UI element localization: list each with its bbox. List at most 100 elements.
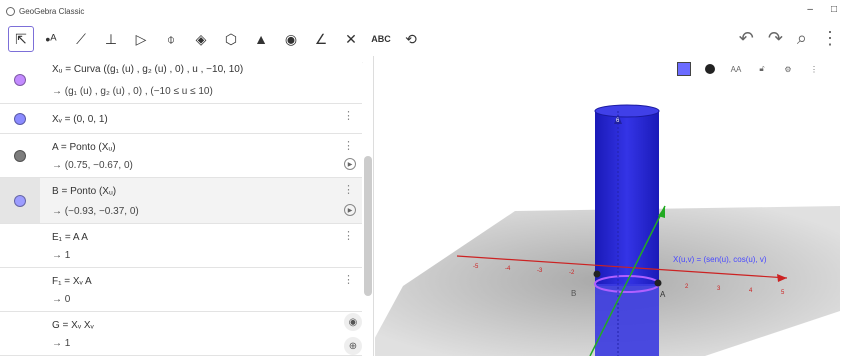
tool-angle-icon[interactable]: ∠ — [308, 26, 334, 52]
visibility-toggle[interactable] — [0, 104, 40, 133]
play-animation-icon[interactable]: ▶ — [344, 158, 356, 170]
tool-rotate-view-glyph: ⟲ — [405, 30, 417, 47]
algebra-view: ≡/ Xᵤ = Curva ((g₁ (u) , g₂ (u) , 0) , u… — [0, 56, 374, 356]
row-menu-button[interactable]: ⋮ — [343, 229, 354, 242]
algebra-row[interactable]: G = Xᵥ Xᵥ → 1 — [0, 312, 362, 356]
x-tick-label: -2 — [569, 270, 575, 276]
visibility-toggle[interactable] — [0, 56, 40, 103]
tool-polygon-icon[interactable]: ▷ — [128, 26, 154, 52]
visibility-toggle[interactable] — [0, 268, 40, 311]
algebra-value: → 1 — [52, 338, 71, 349]
redo-button[interactable]: ↷ — [768, 28, 783, 49]
row-menu-button[interactable]: ⋮ — [343, 183, 354, 196]
tool-intersect-surfaces-icon[interactable]: ◈ — [188, 26, 214, 52]
stylebar-menu-button[interactable]: ⋮ — [805, 60, 823, 78]
tool-angle-glyph: ∠ — [314, 30, 328, 47]
cylinder-lower — [595, 284, 659, 356]
play-animation-icon[interactable]: ▶ — [344, 204, 356, 216]
algebra-definition[interactable]: Xᵥ = (0, 0, 1) — [52, 114, 108, 125]
tool-move-icon[interactable]: ⇱ — [8, 26, 34, 52]
graphics-style-bar: AA 🔓︎ ⚙ ⋮ — [675, 60, 823, 78]
tool-circle-glyph: ⌽ — [166, 30, 176, 47]
point-a-marker[interactable] — [654, 279, 662, 287]
row-menu-button[interactable]: ⋮ — [343, 273, 354, 286]
algebra-definition[interactable]: A = Ponto (Xᵤ) — [52, 142, 116, 153]
algebra-value: → (g₁ (u) , g₂ (u) , 0) , (−10 ≤ u ≤ 10) — [52, 86, 213, 97]
geogebra-logo-icon — [6, 6, 15, 16]
visibility-dot-icon[interactable] — [14, 149, 26, 162]
tool-sphere-icon[interactable]: ◉ — [278, 26, 304, 52]
visibility-dot-icon[interactable] — [14, 112, 26, 125]
toolbar-right: ↶ ↷ ⌕ ⋮ — [739, 28, 839, 49]
label-style-button[interactable]: AA — [727, 60, 745, 78]
algebra-scrollbar[interactable] — [364, 156, 372, 296]
algebra-definition[interactable]: E₁ = A A — [52, 232, 88, 243]
toolbar: ⇱ •ᴬ ⟋ ⊥ ▷ ⌽ ◈ ⬡ ▲ ◉ ∠ ✕ ABC ⟲ — [0, 22, 845, 56]
visibility-toggle[interactable] — [0, 312, 40, 355]
tool-plane-glyph: ⬡ — [224, 30, 238, 47]
visibility-dot-icon[interactable] — [14, 194, 26, 207]
tool-line-glyph: ⟋ — [76, 30, 86, 47]
maximize-button[interactable]: □ — [831, 4, 837, 15]
tool-rotate-view-icon[interactable]: ⟲ — [398, 26, 424, 52]
algebra-row[interactable]: B = Ponto (Xᵤ) → (−0.93, −0.37, 0) ⋮ ▶ — [0, 178, 362, 224]
tool-pyramid-icon[interactable]: ▲ — [248, 26, 274, 52]
zoom-icon[interactable]: ⊕ — [344, 337, 362, 355]
cylinder-top — [594, 104, 660, 118]
tool-pyramid-glyph: ▲ — [254, 31, 268, 47]
visibility-dot-icon[interactable] — [14, 73, 26, 86]
x-tick-label: -4 — [505, 266, 511, 272]
tool-move-glyph: ⇱ — [15, 30, 27, 47]
search-icon[interactable]: ⌕ — [797, 28, 807, 49]
title-bar: GeoGebra Classic – □ — [0, 0, 845, 22]
algebra-row[interactable]: E₁ = A A → 1 ⋮ — [0, 224, 362, 268]
tool-reflect-icon[interactable]: ✕ — [338, 26, 364, 52]
tool-polygon-glyph: ▷ — [135, 30, 147, 47]
algebra-value: → 0 — [52, 294, 71, 305]
surface-label: X(u,v) = (sen(u), cos(u), v) — [673, 255, 767, 264]
algebra-value: → 1 — [52, 250, 71, 261]
tool-point-icon[interactable]: •ᴬ — [38, 26, 64, 52]
visibility-toggle[interactable] — [0, 134, 40, 177]
algebra-row[interactable]: Xᵥ = (0, 0, 1) ⋮ — [0, 104, 362, 134]
algebra-value: → (−0.93, −0.37, 0) — [52, 206, 139, 217]
tool-intersect-surfaces-glyph: ◈ — [195, 30, 207, 47]
point-b-marker[interactable] — [593, 270, 601, 278]
visibility-toggle[interactable] — [0, 178, 40, 223]
tool-text-icon[interactable]: ABC — [368, 26, 394, 52]
x-tick-label: -5 — [473, 264, 479, 270]
algebra-definition[interactable]: F₁ = Xᵥ A — [52, 276, 92, 287]
tool-sphere-glyph: ◉ — [284, 30, 298, 47]
x-tick-label: -3 — [537, 268, 543, 274]
point-b-label: B — [571, 289, 576, 298]
tool-point-glyph: •ᴬ — [45, 31, 57, 47]
algebra-row[interactable]: A = Ponto (Xᵤ) → (0.75, −0.67, 0) ⋮ ▶ — [0, 134, 362, 178]
algebra-definition[interactable]: G = Xᵥ Xᵥ — [52, 320, 94, 331]
tool-circle-icon[interactable]: ⌽ — [158, 26, 184, 52]
cylinder-surface — [595, 111, 659, 286]
tool-line-icon[interactable]: ⟋ — [68, 26, 94, 52]
algebra-definition[interactable]: Xᵤ = Curva ((g₁ (u) , g₂ (u) , 0) , u , … — [52, 64, 243, 75]
visibility-toggle[interactable] — [0, 224, 40, 267]
algebra-row[interactable]: Xᵤ = Curva ((g₁ (u) , g₂ (u) , 0) , u , … — [0, 56, 362, 104]
point-a-label: A — [660, 290, 666, 299]
tool-reflect-glyph: ✕ — [345, 30, 357, 47]
tool-perpendicular-icon[interactable]: ⊥ — [98, 26, 124, 52]
row-menu-button[interactable]: ⋮ — [343, 109, 354, 122]
tool-perpendicular-glyph: ⊥ — [104, 30, 118, 47]
algebra-row[interactable]: F₁ = Xᵥ A → 0 ⋮ — [0, 268, 362, 312]
tool-text-glyph: ABC — [371, 34, 391, 44]
minimize-button[interactable]: – — [807, 4, 813, 15]
graphics-canvas[interactable]: 6 -5 -4 -3 -22 3 4 5 B A X(u,v) = (sen(u), cos… — [375, 56, 845, 356]
row-menu-button[interactable]: ⋮ — [343, 139, 354, 152]
main-menu-button[interactable]: ⋮ — [821, 28, 839, 49]
lock-icon[interactable]: 🔓︎ — [753, 60, 771, 78]
algebra-definition[interactable]: B = Ponto (Xᵤ) — [52, 186, 116, 197]
point-style-icon[interactable] — [701, 60, 719, 78]
tool-plane-icon[interactable]: ⬡ — [218, 26, 244, 52]
color-swatch-icon[interactable] — [675, 60, 693, 78]
zoom-fit-icon[interactable]: ◉ — [344, 313, 362, 331]
gear-icon[interactable]: ⚙ — [779, 60, 797, 78]
graphics-3d-view[interactable]: 6 -5 -4 -3 -2 2 3 4 5 B A X(u,v) = (sen(u), cos… — [375, 56, 845, 356]
undo-button[interactable]: ↶ — [739, 28, 754, 49]
